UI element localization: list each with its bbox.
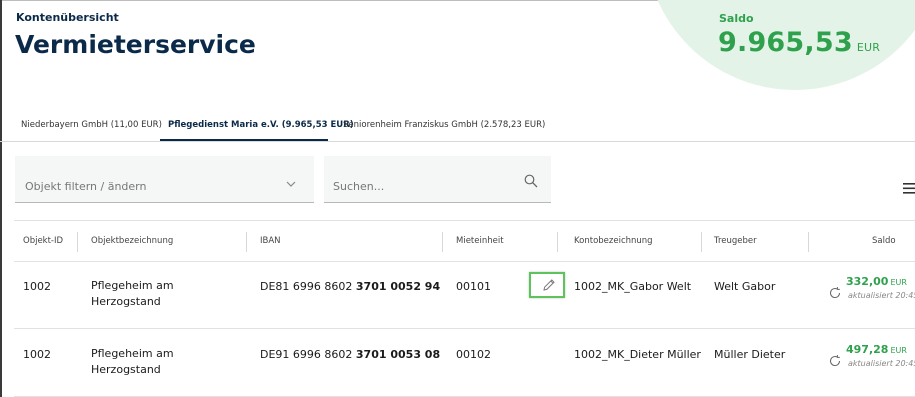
iban-prefix: DE91 6996 8602	[260, 348, 353, 361]
tabs-divider	[0, 141, 915, 142]
saldo-amount-value: 332,00	[846, 275, 889, 288]
search-placeholder: Suchen...	[333, 180, 385, 193]
saldo-total: 9.965,53 EUR	[718, 27, 880, 58]
column-header-mieteinheit[interactable]: Mieteinheit	[456, 236, 504, 246]
column-header-treugeber[interactable]: Treugeber	[714, 236, 757, 246]
saldo-label: Saldo	[719, 12, 754, 25]
cell-objektbezeichnung: Pflegeheim am Herzogstand	[91, 279, 174, 308]
column-divider	[246, 232, 247, 252]
cell-treugeber: Müller Dieter	[714, 348, 786, 361]
saldo-updated-time: aktualisiert 20:45	[848, 359, 915, 368]
menu-icon[interactable]	[903, 179, 915, 198]
cell-kontobezeichnung: 1002_MK_Dieter Müller	[574, 348, 701, 361]
cell-objekt-id: 1002	[23, 348, 51, 361]
table-row[interactable]: 1002 Pflegeheim am Herzogstand DE91 6996…	[14, 329, 915, 397]
page-title: Vermieterservice	[15, 30, 256, 59]
cell-mieteinheit: 00102	[456, 348, 491, 361]
saldo-total-value: 9.965,53	[718, 27, 853, 58]
column-divider	[557, 232, 558, 252]
chevron-down-icon	[286, 178, 296, 191]
table-row[interactable]: 1002 Pflegeheim am Herzogstand DE81 6996…	[14, 261, 915, 329]
edit-button[interactable]	[529, 272, 565, 298]
refresh-icon[interactable]	[829, 352, 841, 371]
column-header-kontobezeichnung[interactable]: Kontobezeichnung	[574, 236, 653, 246]
saldo-amount-unit: EUR	[890, 346, 907, 355]
cell-objekt-id: 1002	[23, 280, 51, 293]
saldo-amount: 332,00 EUR	[846, 275, 907, 288]
cell-iban: DE81 6996 8602 3701 0052 94	[260, 280, 440, 293]
tab-niederbayern[interactable]: Niederbayern GmbH (11,00 EUR)	[21, 120, 162, 130]
saldo-amount-unit: EUR	[890, 278, 907, 287]
saldo-updated-time: aktualisiert 20:45	[848, 291, 915, 300]
tab-pflegedienst-maria[interactable]: Pflegedienst Maria e.V. (9.965,53 EUR)	[168, 120, 354, 130]
cell-treugeber: Welt Gabor	[714, 280, 776, 293]
cell-mieteinheit: 00101	[456, 280, 491, 293]
iban-prefix: DE81 6996 8602	[260, 280, 353, 293]
column-header-objektbezeichnung[interactable]: Objektbezeichnung	[91, 236, 173, 246]
account-tabs: Niederbayern GmbH (11,00 EUR) Pflegedien…	[0, 116, 915, 142]
column-header-objekt-id[interactable]: Objekt-ID	[23, 236, 63, 246]
refresh-icon[interactable]	[829, 284, 841, 303]
column-header-iban[interactable]: IBAN	[260, 236, 281, 246]
cell-objektbezeichnung: Pflegeheim am Herzogstand	[91, 347, 174, 376]
saldo-amount-value: 497,28	[846, 343, 889, 356]
pencil-icon	[543, 279, 555, 291]
search-icon[interactable]	[524, 173, 538, 192]
iban-suffix: 3701 0053 08	[355, 348, 441, 361]
column-divider	[701, 232, 702, 252]
column-header-saldo[interactable]: Saldo	[872, 236, 896, 246]
column-divider	[808, 232, 809, 252]
saldo-amount: 497,28 EUR	[846, 343, 907, 356]
page-subtitle: Kontenübersicht	[16, 11, 119, 24]
object-filter-placeholder: Objekt filtern / ändern	[25, 180, 147, 193]
window-left-border	[0, 0, 2, 397]
table-header: Objekt-ID Objektbezeichnung IBAN Mietein…	[14, 220, 915, 262]
iban-suffix: 3701 0052 94	[355, 280, 441, 293]
cell-iban: DE91 6996 8602 3701 0053 08	[260, 348, 440, 361]
saldo-total-unit: EUR	[856, 41, 881, 54]
tab-seniorenheim-franziskus[interactable]: Seniorenheim Franziskus GmbH (2.578,23 E…	[343, 120, 545, 130]
object-filter-select[interactable]: Objekt filtern / ändern	[15, 156, 314, 203]
column-divider	[77, 232, 78, 252]
cell-kontobezeichnung: 1002_MK_Gabor Welt	[574, 280, 692, 293]
search-input[interactable]: Suchen...	[324, 156, 551, 203]
column-divider	[442, 232, 443, 252]
